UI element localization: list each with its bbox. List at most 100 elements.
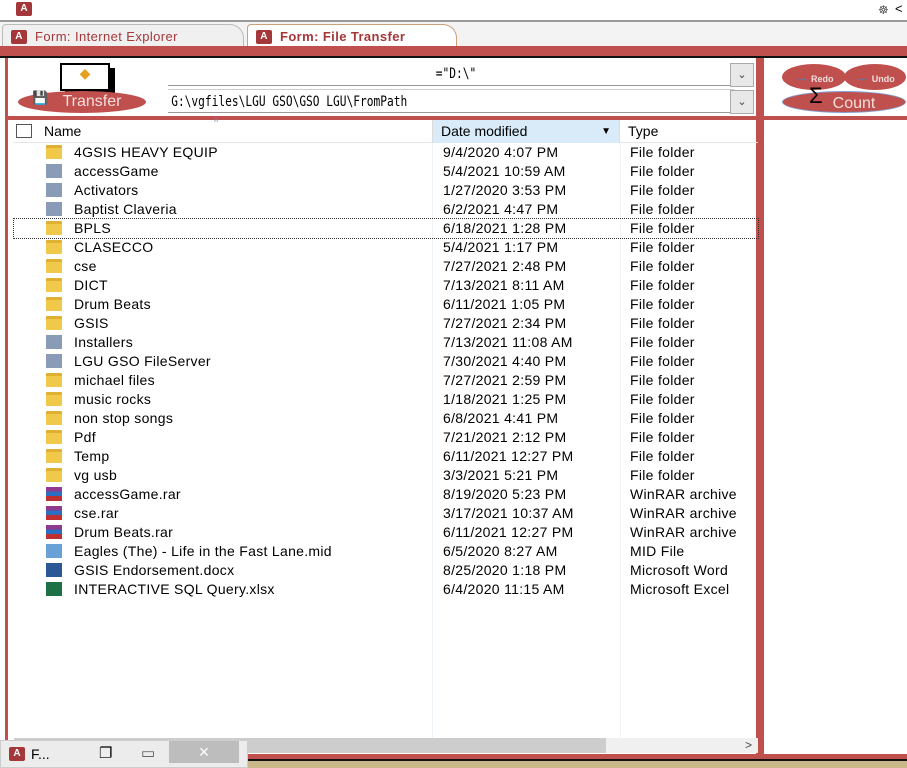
- rar-icon: [46, 525, 62, 539]
- column-date-modified[interactable]: Date modified ▼: [432, 120, 620, 143]
- file-row[interactable]: DICT 7/13/2021 8:11 AM File folder: [14, 276, 758, 295]
- tab-file-transfer[interactable]: A Form: File Transfer: [247, 24, 457, 48]
- file-row[interactable]: music rocks 1/18/2021 1:25 PM File folde…: [14, 390, 758, 409]
- file-row[interactable]: vg usb 3/3/2021 5:21 PM File folder: [14, 466, 758, 485]
- transfer-label: Transfer: [62, 93, 122, 110]
- file-type: File folder: [630, 258, 695, 274]
- file-row[interactable]: LGU GSO FileServer 7/30/2021 4:40 PM Fil…: [14, 352, 758, 371]
- file-type: File folder: [630, 372, 695, 388]
- transfer-button[interactable]: 💾 Transfer: [18, 90, 146, 113]
- file-row[interactable]: cse.rar 3/17/2021 10:37 AM WinRAR archiv…: [14, 504, 758, 523]
- file-name: INTERACTIVE SQL Query.xlsx: [74, 581, 275, 597]
- file-type: WinRAR archive: [630, 505, 737, 521]
- file-row[interactable]: BPLS 6/18/2021 1:28 PM File folder: [13, 218, 759, 239]
- file-row[interactable]: Baptist Claveria 6/2/2021 4:47 PM File f…: [14, 200, 758, 219]
- access-app-icon: A: [16, 2, 32, 16]
- folder-icon: [46, 240, 62, 254]
- close-button[interactable]: ×: [169, 741, 239, 763]
- folder-icon: [46, 392, 62, 406]
- file-type: File folder: [630, 429, 695, 445]
- drive-combo[interactable]: ="D:\": [168, 62, 744, 86]
- file-row[interactable]: accessGame.rar 8/19/2020 5:23 PM WinRAR …: [14, 485, 758, 504]
- scroll-right-icon[interactable]: >: [745, 738, 752, 752]
- file-row[interactable]: Installers 7/13/2021 11:08 AM File folde…: [14, 333, 758, 352]
- network-icon[interactable]: ☸: [878, 3, 889, 17]
- arrow-left-icon: ←: [855, 69, 870, 85]
- folder-icon: [46, 411, 62, 425]
- file-date: 7/21/2021 2:12 PM: [443, 429, 567, 445]
- file-date: 7/30/2021 4:40 PM: [443, 353, 567, 369]
- file-row[interactable]: non stop songs 6/8/2021 4:41 PM File fol…: [14, 409, 758, 428]
- file-name: michael files: [74, 372, 155, 388]
- access-icon: A: [256, 29, 272, 44]
- file-name: Installers: [74, 334, 134, 350]
- form-footer-band: [248, 754, 907, 761]
- file-name: CLASECCO: [74, 239, 154, 255]
- sigma-icon: Σ: [809, 83, 823, 108]
- file-name: LGU GSO FileServer: [74, 353, 211, 369]
- file-row[interactable]: Temp 6/11/2021 12:27 PM File folder: [14, 447, 758, 466]
- sort-ascending-icon: ^: [214, 117, 219, 127]
- file-type: File folder: [630, 201, 695, 217]
- file-row[interactable]: michael files 7/27/2021 2:59 PM File fol…: [14, 371, 758, 390]
- drive-dropdown-button[interactable]: ⌄: [730, 63, 754, 87]
- file-date: 9/4/2020 4:07 PM: [443, 144, 559, 160]
- dropdown-arrow-icon[interactable]: ▼: [601, 120, 611, 143]
- action-panel: → Redo ← Undo Σ Count: [762, 58, 907, 754]
- path-combo[interactable]: G:\vgfiles\LGU GSO\GSO LGU\FromPath: [168, 89, 735, 113]
- file-type: File folder: [630, 182, 695, 198]
- file-row[interactable]: Activators 1/27/2020 3:53 PM File folder: [14, 181, 758, 200]
- file-date: 8/19/2020 5:23 PM: [443, 486, 567, 502]
- select-all-checkbox[interactable]: [16, 124, 32, 138]
- file-row[interactable]: GSIS 7/27/2021 2:34 PM File folder: [14, 314, 758, 333]
- file-name: GSIS: [74, 315, 109, 331]
- file-row[interactable]: CLASECCO 5/4/2021 1:17 PM File folder: [14, 238, 758, 257]
- file-date: 6/11/2021 1:05 PM: [443, 296, 566, 312]
- file-row[interactable]: INTERACTIVE SQL Query.xlsx 6/4/2020 11:1…: [14, 580, 758, 599]
- maximize-icon[interactable]: ▭: [141, 744, 155, 762]
- file-name: Drum Beats.rar: [74, 524, 174, 540]
- file-date: 7/27/2021 2:59 PM: [443, 372, 567, 388]
- column-header: Name ^ Date modified ▼ Type: [14, 117, 758, 143]
- file-name: Temp: [74, 448, 110, 464]
- generic-icon: [46, 183, 62, 197]
- file-date: 1/27/2020 3:53 PM: [443, 182, 567, 198]
- file-date: 6/11/2021 12:27 PM: [443, 524, 574, 540]
- column-name[interactable]: Name ^: [36, 117, 432, 143]
- file-row[interactable]: cse 7/27/2021 2:48 PM File folder: [14, 257, 758, 276]
- folder-icon: [46, 221, 62, 235]
- file-date: 6/4/2020 11:15 AM: [443, 581, 565, 597]
- file-type: File folder: [630, 315, 695, 331]
- minimized-form-window[interactable]: A F... ❐ ▭ ×: [0, 740, 248, 768]
- file-type: MID File: [630, 543, 685, 559]
- file-type: File folder: [630, 277, 695, 293]
- file-name: cse: [74, 258, 97, 274]
- file-row[interactable]: Drum Beats.rar 6/11/2021 12:27 PM WinRAR…: [14, 523, 758, 542]
- file-row[interactable]: Drum Beats 6/11/2021 1:05 PM File folder: [14, 295, 758, 314]
- tab-internet-explorer[interactable]: A Form: Internet Explorer: [2, 24, 244, 48]
- file-date: 1/18/2021 1:25 PM: [443, 391, 567, 407]
- file-row[interactable]: GSIS Endorsement.docx 8/25/2020 1:18 PM …: [14, 561, 758, 580]
- file-name: GSIS Endorsement.docx: [74, 562, 235, 578]
- file-row[interactable]: 4GSIS HEAVY EQUIP 9/4/2020 4:07 PM File …: [14, 143, 758, 162]
- file-row[interactable]: Pdf 7/21/2021 2:12 PM File folder: [14, 428, 758, 447]
- file-name: Drum Beats: [74, 296, 151, 312]
- file-name: cse.rar: [74, 505, 119, 521]
- undo-button[interactable]: ← Undo: [844, 64, 906, 90]
- chevron-left-icon[interactable]: <: [895, 1, 903, 16]
- count-button[interactable]: Σ Count: [782, 84, 906, 113]
- file-name: non stop songs: [74, 410, 174, 426]
- column-type[interactable]: Type: [620, 120, 758, 143]
- file-row[interactable]: Eagles (The) - Life in the Fast Lane.mid…: [14, 542, 758, 561]
- file-type: WinRAR archive: [630, 486, 737, 502]
- file-type: Microsoft Word: [630, 562, 729, 578]
- path-dropdown-button[interactable]: ⌄: [730, 90, 754, 114]
- title-bar: A ☸ <: [0, 0, 907, 20]
- file-name: accessGame.rar: [74, 486, 181, 502]
- file-name: vg usb: [74, 467, 118, 483]
- transfer-image-icon[interactable]: ◆: [60, 63, 110, 91]
- file-row[interactable]: accessGame 5/4/2021 10:59 AM File folder: [14, 162, 758, 181]
- restore-icon[interactable]: ❐: [99, 744, 112, 762]
- folder-icon: [46, 297, 62, 311]
- file-date: 6/5/2020 8:27 AM: [443, 543, 558, 559]
